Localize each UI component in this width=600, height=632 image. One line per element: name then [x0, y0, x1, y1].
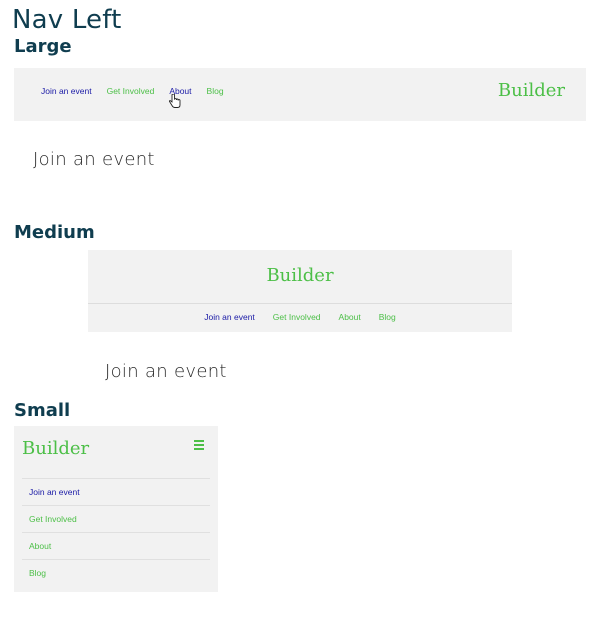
page-title: Nav Left [12, 5, 122, 35]
nav-links-medium: Join an event Get Involved About Blog [88, 312, 512, 322]
hamburger-icon[interactable] [194, 440, 204, 452]
section-title-large: Large [14, 36, 72, 57]
mobile-menu-item[interactable]: Blog [22, 559, 210, 586]
nav-link-get-involved[interactable]: Get Involved [273, 312, 321, 322]
content-heading-medium: Join an event [105, 361, 227, 382]
brand-logo-medium[interactable]: Builder [88, 265, 512, 286]
nav-link-blog[interactable]: Blog [207, 86, 224, 96]
nav-link-get-involved[interactable]: Get Involved [29, 514, 77, 524]
navbar-divider [88, 303, 512, 304]
brand-logo-large[interactable]: Builder [498, 80, 565, 101]
mobile-menu: Join an event Get Involved About Blog [22, 478, 210, 586]
navbar-medium: Builder Join an event Get Involved About… [88, 250, 512, 332]
nav-link-join-an-event[interactable]: Join an event [29, 487, 80, 497]
nav-link-blog[interactable]: Blog [29, 568, 46, 578]
navbar-large: Join an event Get Involved About Blog Bu… [14, 68, 586, 121]
nav-link-get-involved[interactable]: Get Involved [107, 86, 155, 96]
nav-link-join-an-event[interactable]: Join an event [204, 312, 255, 322]
section-title-small: Small [14, 400, 71, 421]
nav-link-about[interactable]: About [339, 312, 361, 322]
brand-logo-small[interactable]: Builder [22, 438, 89, 459]
navbar-small: Builder Join an event Get Involved About… [14, 426, 218, 592]
nav-link-join-an-event[interactable]: Join an event [41, 86, 92, 96]
pointer-hand-icon [168, 93, 181, 111]
mobile-menu-item[interactable]: About [22, 532, 210, 559]
mobile-menu-item[interactable]: Get Involved [22, 505, 210, 532]
content-heading-large: Join an event [33, 149, 155, 170]
nav-link-blog[interactable]: Blog [379, 312, 396, 322]
section-title-medium: Medium [14, 222, 95, 243]
mobile-menu-item[interactable]: Join an event [22, 478, 210, 505]
nav-links-large: Join an event Get Involved About Blog [41, 86, 239, 96]
nav-link-about[interactable]: About [29, 541, 51, 551]
